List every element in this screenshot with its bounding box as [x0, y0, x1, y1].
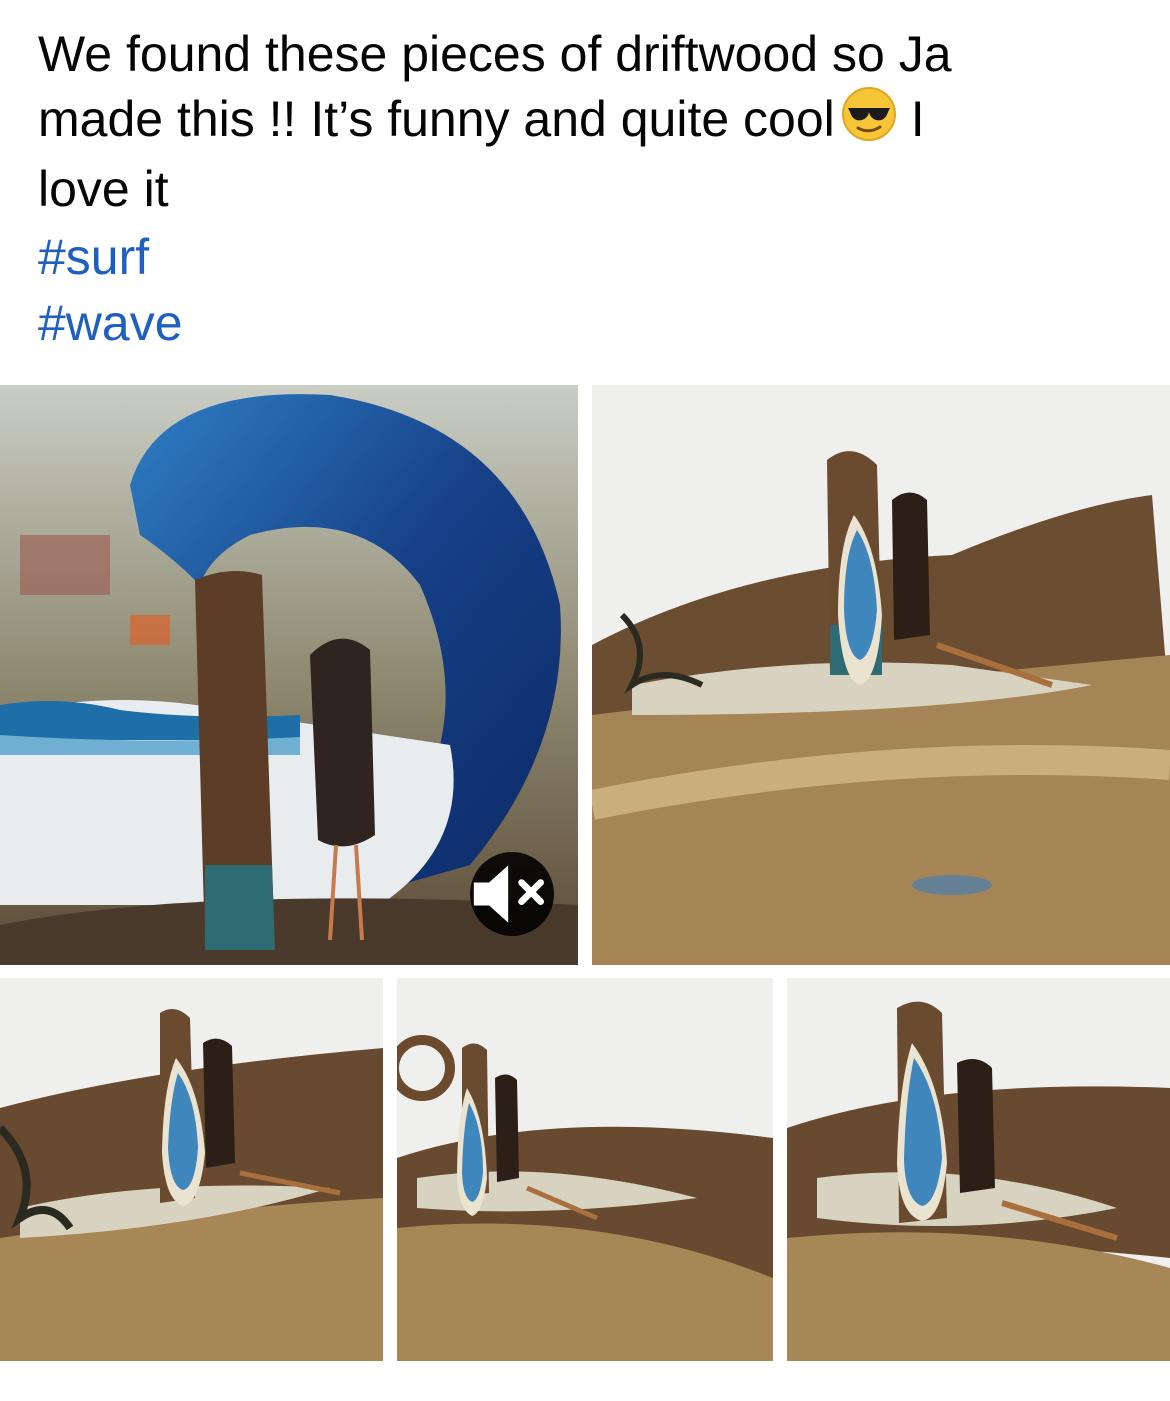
- post-text: We found these pieces of driftwood so Ja…: [38, 22, 1138, 355]
- post-text-line-2: made this !! It’s funny and quite cool I: [38, 86, 1138, 157]
- sunglasses-emoji-icon: [841, 86, 897, 157]
- hashtag-link-surf[interactable]: #surf: [38, 225, 1138, 289]
- hashtag-link-wave[interactable]: #wave: [38, 291, 1138, 355]
- speaker-muted-icon: [473, 865, 544, 923]
- mute-toggle-button[interactable]: [470, 852, 554, 936]
- post-text-line-2-end: I: [910, 91, 925, 147]
- photo-5[interactable]: [787, 978, 1170, 1361]
- photo-4[interactable]: [397, 978, 773, 1361]
- photo-3[interactable]: [0, 978, 383, 1361]
- post-text-line-1: We found these pieces of driftwood so Ja: [38, 26, 952, 82]
- photo-1[interactable]: [0, 385, 578, 965]
- post-text-line-3: love it: [38, 161, 169, 217]
- photo-2[interactable]: [592, 385, 1170, 965]
- post-text-line-2-main: made this !! It’s funny and quite cool: [38, 91, 835, 147]
